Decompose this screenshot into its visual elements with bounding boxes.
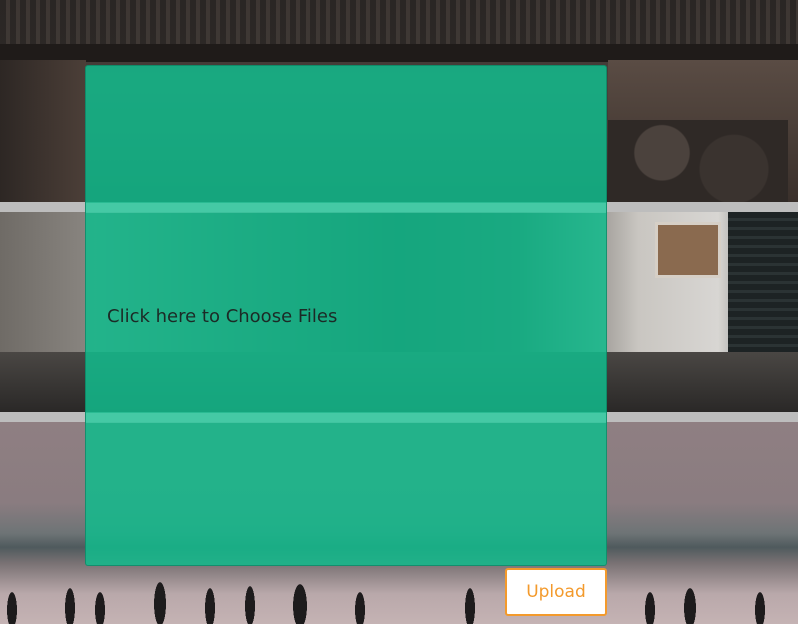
background-notice-board — [655, 222, 721, 278]
background-crowd — [0, 564, 798, 624]
background-bush — [608, 120, 788, 202]
choose-files-prompt[interactable]: Click here to Choose Files — [107, 306, 337, 327]
dropzone-divider — [86, 203, 606, 213]
background-door — [0, 60, 86, 202]
upload-button[interactable]: Upload — [505, 568, 607, 616]
file-dropzone[interactable]: Click here to Choose Files — [85, 65, 607, 566]
dropzone-divider — [86, 413, 606, 423]
